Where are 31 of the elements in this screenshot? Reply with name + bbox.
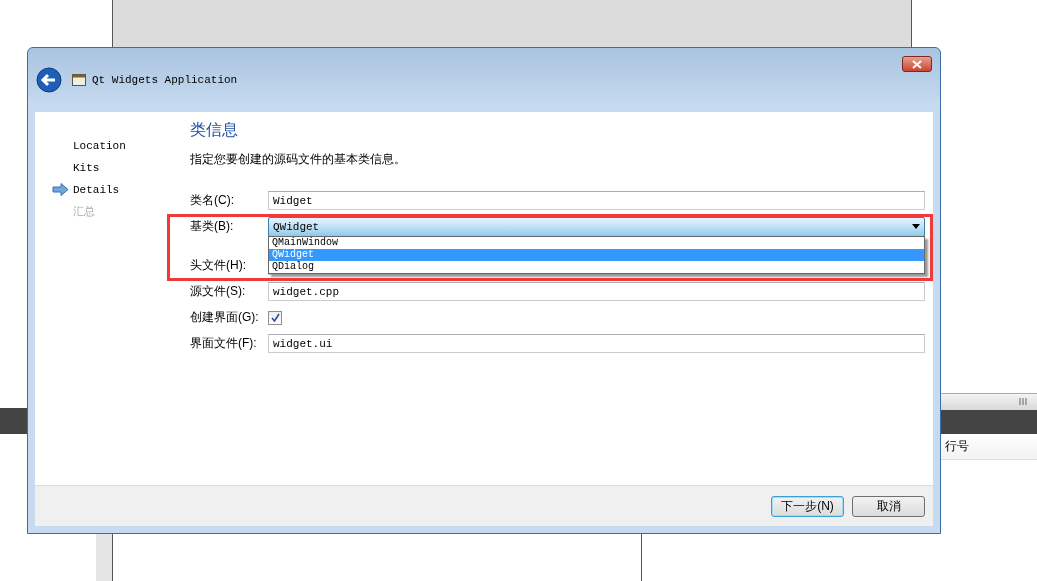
dialog-button[interactable]: 取消 <box>852 495 925 517</box>
step-label: Location <box>73 139 126 152</box>
window-icon <box>72 74 86 86</box>
panel-background <box>96 533 112 581</box>
base-class-dropdown[interactable]: QWidget <box>268 216 925 237</box>
field-label: 源文件(S): <box>190 283 247 300</box>
checkbox[interactable] <box>268 310 282 325</box>
field-label: 头文件(H): <box>190 257 247 274</box>
field-label: 创建界面(G): <box>190 309 260 326</box>
step-label: Details <box>73 183 120 196</box>
page-heading: 类信息 <box>190 120 239 140</box>
close-button[interactable] <box>902 56 932 72</box>
field-label: 界面文件(F): <box>190 335 258 352</box>
dropdown-option[interactable]: QMainWindow <box>269 237 924 249</box>
text-field[interactable]: Widget <box>268 191 925 210</box>
step-label: 汇总 <box>73 204 95 219</box>
toolbar-background <box>0 408 28 434</box>
dialog-button[interactable]: 下一步(N) <box>771 495 844 517</box>
dropdown-option[interactable]: QDialog <box>269 261 924 273</box>
text-field[interactable]: widget.ui <box>268 334 925 353</box>
field-label: 类名(C): <box>190 192 235 209</box>
scrollbar[interactable] <box>941 393 1037 410</box>
text-field[interactable]: widget.cpp <box>268 282 925 301</box>
step-label: Kits <box>73 161 100 174</box>
page-description: 指定您要创建的源码文件的基本类信息。 <box>190 151 407 168</box>
back-icon[interactable] <box>36 67 62 93</box>
caret-icon <box>912 224 920 229</box>
field-label: 基类(B): <box>190 218 235 235</box>
close-icon <box>912 59 922 69</box>
grip-icon <box>1019 398 1027 405</box>
window-title: Qt Widgets Application <box>92 74 238 86</box>
